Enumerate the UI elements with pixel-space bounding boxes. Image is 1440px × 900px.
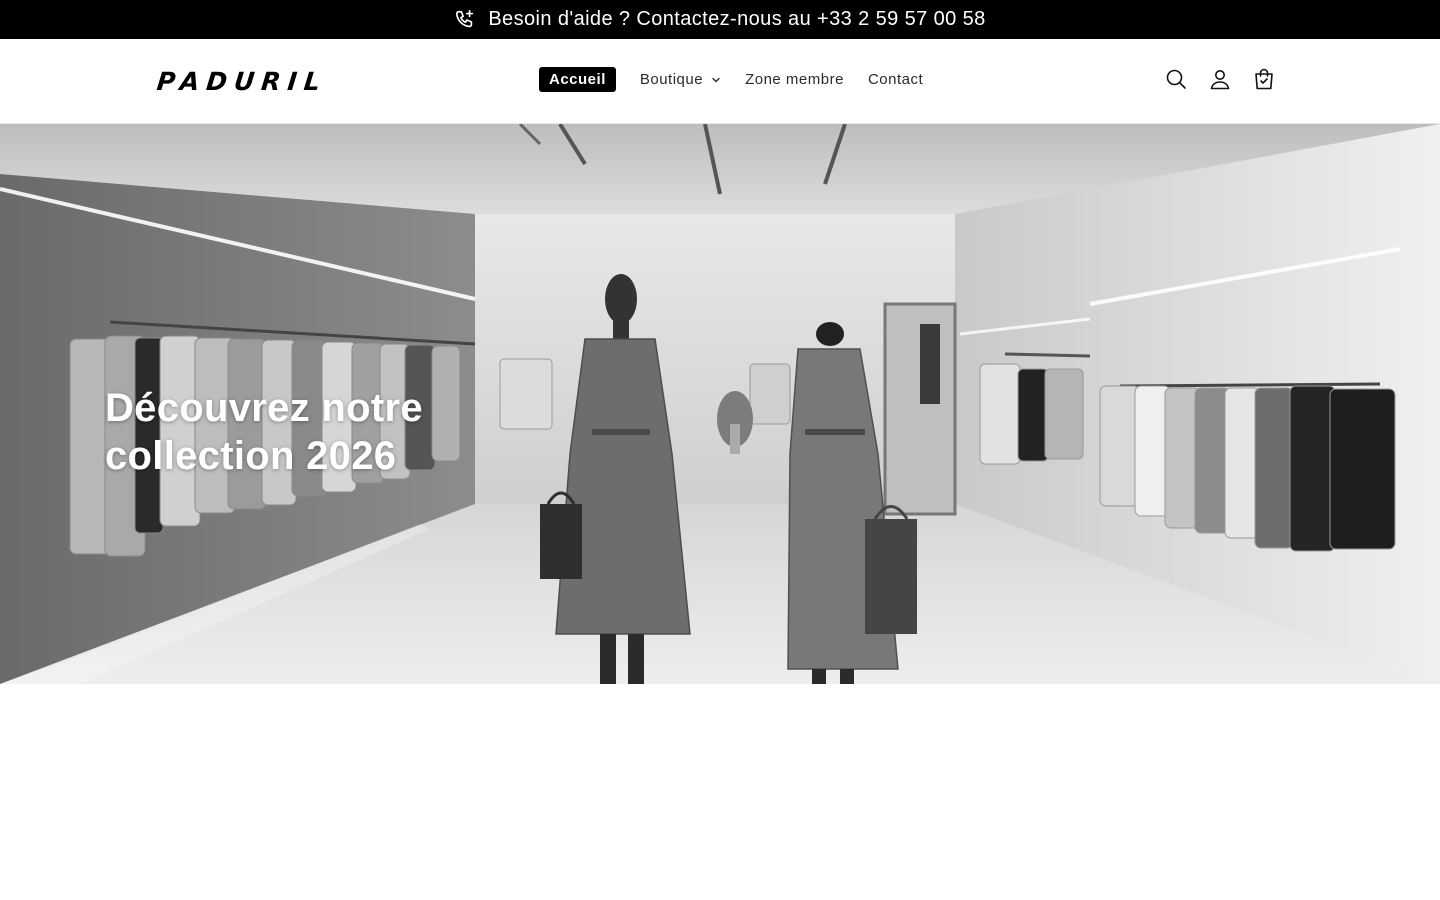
header-actions (1164, 67, 1276, 91)
search-icon[interactable] (1164, 67, 1188, 91)
cart-icon[interactable] (1252, 67, 1276, 91)
announcement-bar: Besoin d'aide ? Contactez-nous au +33 2 … (0, 0, 1440, 39)
nav-item-members[interactable]: Zone membre (745, 71, 844, 88)
chevron-down-icon (711, 75, 721, 85)
nav-item-shop[interactable]: Boutique (640, 71, 721, 88)
account-icon[interactable] (1208, 67, 1232, 91)
site-logo[interactable]: PADURIL (155, 67, 328, 96)
main-nav: Accueil Boutique Zone membre Contact (539, 67, 923, 92)
nav-item-contact[interactable]: Contact (868, 71, 923, 88)
phone-plus-icon (454, 9, 476, 31)
nav-item-home[interactable]: Accueil (539, 67, 616, 92)
site-header: PADURIL Accueil Boutique Zone membre Con… (0, 39, 1440, 124)
nav-item-shop-label: Boutique (639, 71, 704, 88)
hero-title: Découvrez notre collection 2026 (105, 385, 423, 478)
hero-banner: Découvrez notre collection 2026 (0, 124, 1440, 684)
announcement-text: Besoin d'aide ? Contactez-nous au +33 2 … (488, 8, 986, 30)
